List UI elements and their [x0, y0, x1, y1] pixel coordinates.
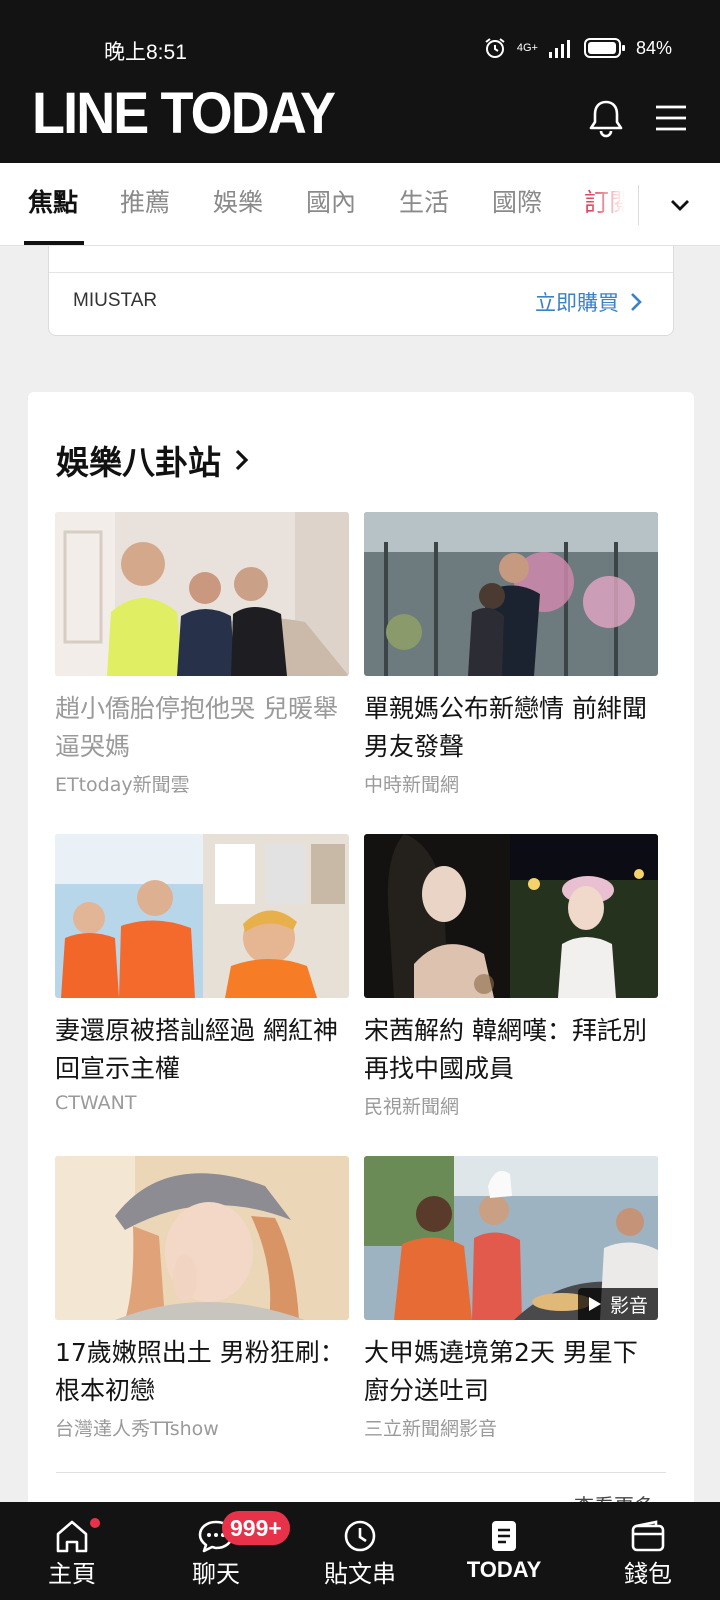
article-card[interactable]: 妻還原被搭訕經過 網紅神回宣示主權 CTWANT — [55, 834, 349, 1114]
status-bar: 晚上8:51 4G+ 84% — [0, 0, 720, 80]
nav-label: TODAY — [466, 1557, 542, 1582]
line-today-logo[interactable]: LINE TODAY — [32, 82, 336, 146]
article-headline: 17歲嫩照出土 男粉狂刷：根本初戀 — [55, 1338, 345, 1405]
clock-icon — [344, 1520, 376, 1552]
tab-fade — [590, 163, 640, 245]
news-icon — [492, 1521, 516, 1551]
article-thumbnail: 影音 — [364, 1156, 658, 1320]
nav-wallet[interactable]: 錢包 — [576, 1502, 720, 1600]
nav-label: 聊天 — [192, 1560, 240, 1588]
ad-brand: MIUSTAR — [73, 290, 158, 311]
article-thumbnail — [55, 512, 349, 676]
nav-label: 錢包 — [624, 1560, 672, 1588]
notification-button[interactable] — [584, 96, 628, 140]
nav-today[interactable]: TODAY — [432, 1502, 576, 1600]
article-card[interactable]: 17歲嫩照出土 男粉狂刷：根本初戀 台灣達人秀TTshow — [55, 1156, 349, 1441]
bottom-nav: 主頁 999+ 聊天 貼文串 TODAY 錢包 — [0, 1502, 720, 1600]
expand-tabs-button[interactable] — [660, 185, 700, 225]
entertainment-section: 娛樂八卦站 趙小僑胎停抱他哭 兒暖舉逼哭媽 ETtoday新聞雲 單親媽公布新戀… — [28, 392, 694, 1518]
article-source: CTWANT — [55, 1092, 137, 1114]
article-headline: 宋茜解約 韓網嘆：拜託別再找中國成員 — [364, 1016, 647, 1083]
bell-icon — [589, 100, 623, 138]
article-source: ETtoday新聞雲 — [55, 774, 190, 796]
battery-icon — [583, 38, 625, 58]
wallet-icon — [631, 1520, 665, 1552]
nav-timeline[interactable]: 貼文串 — [288, 1502, 432, 1600]
nav-chat[interactable]: 999+ 聊天 — [144, 1502, 290, 1600]
network-type: 4G+ — [516, 42, 538, 54]
home-icon — [56, 1520, 88, 1553]
article-headline: 大甲媽遶境第2天 男星下廚分送吐司 — [364, 1338, 638, 1405]
tab-international[interactable]: 國際 — [492, 187, 542, 227]
article-headline: 單親媽公布新戀情 前緋聞男友發聲 — [364, 694, 647, 761]
nav-label: 主頁 — [48, 1560, 96, 1588]
article-thumbnail — [364, 512, 658, 676]
section-title[interactable]: 娛樂八卦站 — [56, 436, 251, 484]
chevron-right-icon — [235, 449, 249, 471]
nav-label: 貼文串 — [324, 1560, 396, 1588]
article-source: 台灣達人秀TTshow — [55, 1418, 219, 1440]
tab-entertainment[interactable]: 娛樂 — [213, 187, 263, 227]
article-card[interactable]: 單親媽公布新戀情 前緋聞男友發聲 中時新聞網 — [364, 512, 658, 797]
article-source: 三立新聞網影音 — [364, 1418, 498, 1440]
battery-percent: 84% — [635, 37, 672, 58]
tab-recommended[interactable]: 推薦 — [120, 187, 170, 227]
status-icons: 4G+ 84% — [483, 36, 672, 60]
play-icon — [588, 1297, 601, 1311]
ad-card[interactable]: MIUSTAR 立即購買 — [48, 246, 674, 336]
chevron-right-icon — [631, 293, 642, 311]
section-title-text: 娛樂八卦站 — [56, 443, 221, 482]
article-source: 民視新聞網 — [364, 1096, 460, 1118]
active-tab-indicator — [24, 241, 84, 245]
chevron-down-icon — [671, 200, 689, 211]
buy-now-label: 立即購買 — [535, 291, 619, 315]
notification-dot — [90, 1518, 100, 1528]
tab-divider — [638, 185, 639, 225]
signal-icon — [548, 40, 570, 58]
article-thumbnail — [364, 834, 658, 998]
alarm-icon — [485, 38, 505, 58]
article-card[interactable]: 宋茜解約 韓網嘆：拜託別再找中國成員 民視新聞網 — [364, 834, 658, 1119]
status-time: 晚上8:51 — [104, 41, 187, 64]
app-header: LINE TODAY — [0, 80, 720, 163]
hamburger-icon — [656, 105, 686, 131]
article-card[interactable]: 影音 大甲媽遶境第2天 男星下廚分送吐司 三立新聞網影音 — [364, 1156, 658, 1441]
video-badge: 影音 — [577, 1288, 658, 1320]
category-tabs: 焦點 推薦 娛樂 國內 生活 國際 訂閱 — [0, 163, 720, 246]
tab-focus[interactable]: 焦點 — [28, 187, 78, 227]
tab-domestic[interactable]: 國內 — [306, 187, 356, 227]
article-headline: 趙小僑胎停抱他哭 兒暖舉逼哭媽 — [55, 694, 338, 761]
article-thumbnail — [55, 834, 349, 998]
tab-life[interactable]: 生活 — [399, 187, 449, 227]
video-badge-label: 影音 — [609, 1294, 648, 1317]
divider — [49, 272, 673, 273]
article-source: 中時新聞網 — [364, 774, 460, 796]
nav-home[interactable]: 主頁 — [0, 1502, 144, 1600]
section-divider — [56, 1472, 666, 1473]
menu-button[interactable] — [650, 98, 692, 138]
buy-now-button[interactable]: 立即購買 — [535, 287, 643, 317]
article-thumbnail — [55, 1156, 349, 1320]
article-headline: 妻還原被搭訕經過 網紅神回宣示主權 — [55, 1016, 338, 1083]
article-card[interactable]: 趙小僑胎停抱他哭 兒暖舉逼哭媽 ETtoday新聞雲 — [55, 512, 349, 797]
unread-badge: 999+ — [222, 1511, 290, 1545]
screen: 晚上8:51 4G+ 84% LINE TODAY 焦點 推薦 娛樂 國內 生活… — [0, 0, 720, 1600]
